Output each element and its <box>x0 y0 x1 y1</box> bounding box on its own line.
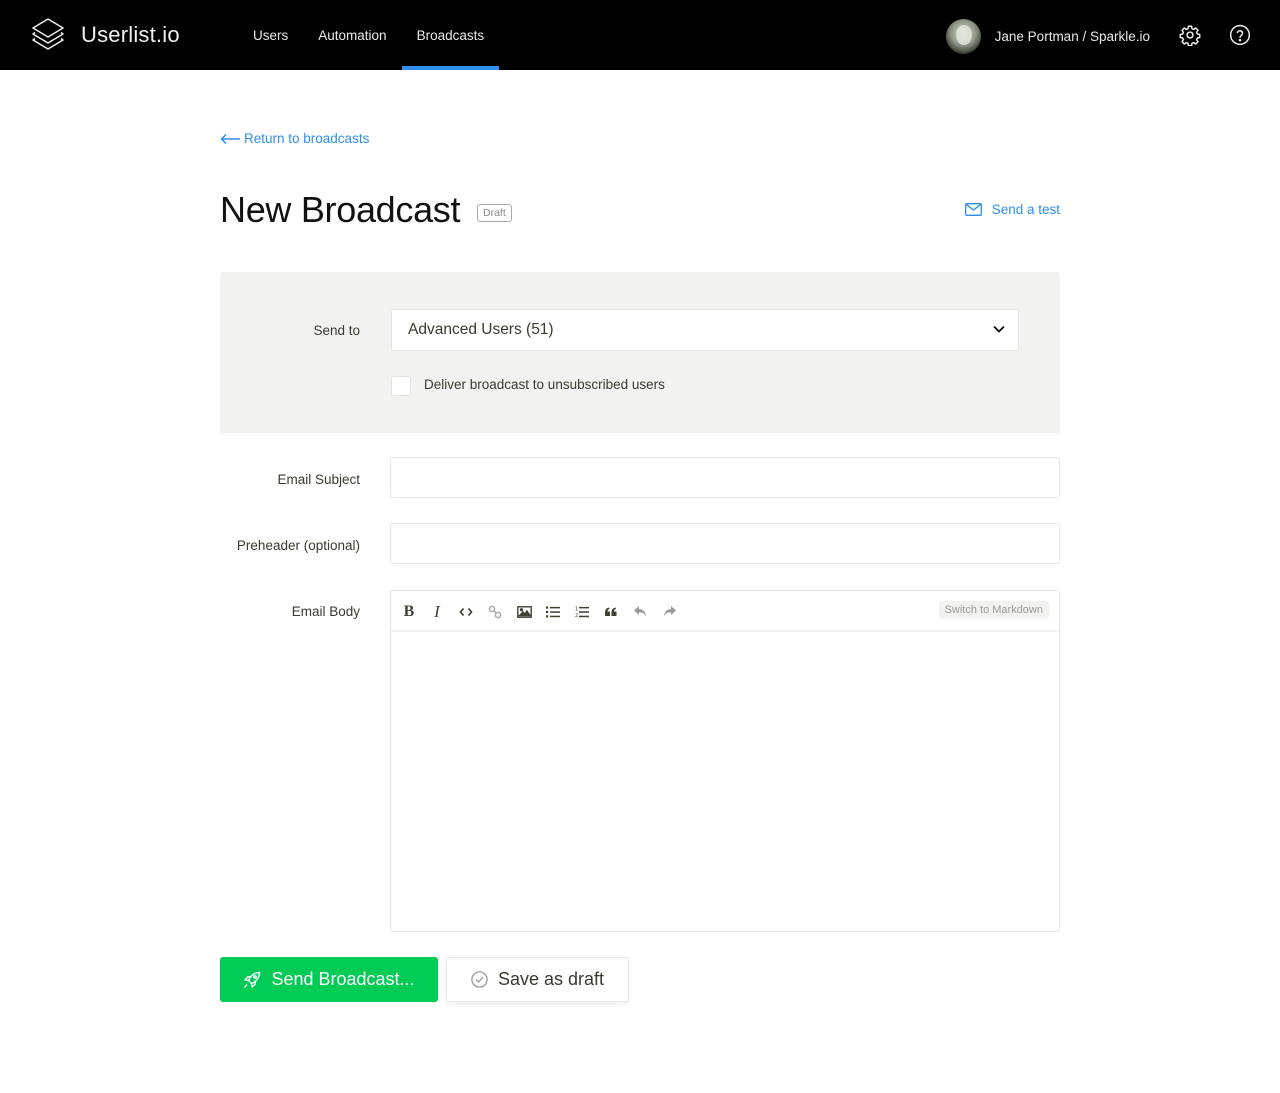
preheader-label: Preheader (optional) <box>236 538 360 553</box>
save-draft-button[interactable]: Save as draft <box>446 957 629 1002</box>
redo-icon <box>663 606 676 617</box>
bold-button[interactable]: B <box>400 603 418 621</box>
undo-button[interactable] <box>631 603 649 621</box>
gear-icon <box>1179 25 1201 47</box>
return-link-label: Return to broadcasts <box>244 131 370 146</box>
unsubscribed-label[interactable]: Deliver broadcast to unsubscribed users <box>424 377 665 392</box>
quote-button[interactable] <box>602 603 620 621</box>
rocket-icon <box>244 971 261 988</box>
send-broadcast-label: Send Broadcast... <box>271 969 415 989</box>
page-title: New Broadcast <box>220 189 461 230</box>
send-broadcast-button[interactable]: Send Broadcast... <box>220 957 438 1002</box>
help-button[interactable] <box>1229 24 1251 46</box>
image-button[interactable] <box>515 603 533 621</box>
bulleted-list-button[interactable] <box>544 603 562 621</box>
code-button[interactable] <box>457 603 475 621</box>
svg-text:1: 1 <box>575 607 578 613</box>
save-draft-label: Save as draft <box>497 969 605 989</box>
recipients-panel <box>220 272 1060 433</box>
bold-icon: B <box>403 603 415 620</box>
nav-item-broadcasts[interactable]: Broadcasts <box>401 0 500 70</box>
chevron-down-icon <box>993 325 1005 333</box>
code-icon <box>459 607 473 617</box>
email-subject-input[interactable] <box>390 457 1060 498</box>
app-logo[interactable]: Userlist.io <box>29 16 180 54</box>
quote-icon <box>605 607 617 616</box>
numbered-list-icon: 12 <box>575 607 589 618</box>
svg-text:2: 2 <box>575 613 578 618</box>
bulleted-list-icon <box>546 606 560 618</box>
link-button[interactable] <box>486 603 504 621</box>
settings-button[interactable] <box>1179 24 1201 47</box>
email-body-content[interactable] <box>391 632 1059 929</box>
email-body-label: Email Body <box>291 604 360 619</box>
send-test-link[interactable]: Send a test <box>964 202 1060 217</box>
arrow-left-icon <box>220 133 240 144</box>
user-menu[interactable]: Jane Portman / Sparkle.io <box>945 19 1150 54</box>
image-icon <box>516 606 532 618</box>
check-circle-icon <box>471 971 488 988</box>
send-to-select[interactable]: Advanced Users (51) <box>391 309 1019 351</box>
avatar <box>945 19 981 54</box>
numbered-list-button[interactable]: 12 <box>573 603 591 621</box>
email-body-editor: B I 12 Switch to Markdown <box>390 590 1060 932</box>
redo-button[interactable] <box>660 603 678 621</box>
envelope-icon <box>964 203 982 216</box>
email-subject-label: Email Subject <box>277 472 360 487</box>
unsubscribed-checkbox[interactable] <box>391 376 411 396</box>
nav-item-automation[interactable]: Automation <box>303 0 401 70</box>
switch-to-markdown-button[interactable]: Switch to Markdown <box>938 601 1049 619</box>
italic-button[interactable]: I <box>428 602 446 621</box>
return-to-broadcasts-link[interactable]: Return to broadcasts <box>220 131 369 146</box>
main-nav: Users Automation Broadcasts <box>238 0 499 70</box>
question-circle-icon <box>1229 24 1251 46</box>
editor-toolbar: B I 12 Switch to Markdown <box>391 591 1059 632</box>
app-name: Userlist.io <box>81 22 180 47</box>
stacked-layers-icon <box>32 18 64 50</box>
send-to-value: Advanced Users (51) <box>408 321 554 338</box>
send-to-label: Send to <box>313 323 360 338</box>
link-icon <box>488 605 502 619</box>
top-navigation-bar: Userlist.io Users Automation Broadcasts … <box>0 0 1280 70</box>
nav-item-users[interactable]: Users <box>238 0 303 70</box>
send-test-label: Send a test <box>991 202 1060 217</box>
preheader-input[interactable] <box>390 523 1060 564</box>
user-name: Jane Portman / Sparkle.io <box>994 29 1150 44</box>
italic-icon: I <box>434 602 440 621</box>
status-badge: Draft <box>477 204 512 222</box>
undo-icon <box>633 606 646 617</box>
